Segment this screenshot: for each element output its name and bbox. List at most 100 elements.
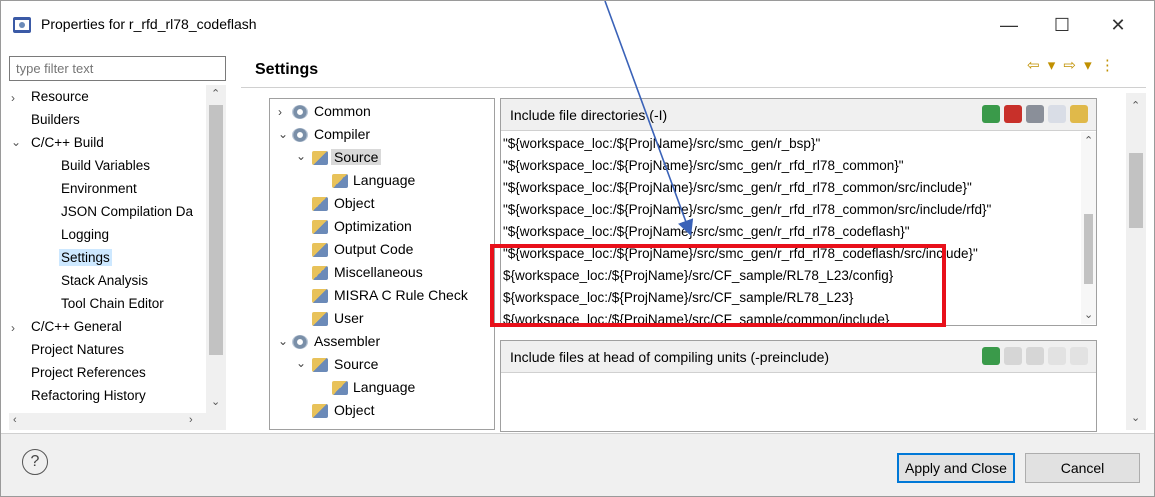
edit-icon[interactable]	[1026, 347, 1044, 365]
apply-and-close-button[interactable]: Apply and Close	[897, 453, 1015, 483]
nav-item-project-natures[interactable]: Project Natures	[31, 342, 124, 357]
window-title: Properties for r_rfd_rl78_codeflash	[41, 16, 257, 32]
list-item[interactable]: "${workspace_loc:/${ProjName}/src/smc_ge…	[503, 136, 820, 151]
chevron-down-icon[interactable]: ⌄	[278, 127, 288, 141]
nav-item-project-references[interactable]: Project References	[31, 365, 146, 380]
nav-item-settings[interactable]: Settings	[59, 249, 112, 266]
move-up-icon[interactable]	[1048, 105, 1066, 123]
option-folder-icon	[312, 220, 328, 234]
annotation-highlight-box	[490, 244, 946, 327]
divider	[241, 87, 1146, 88]
minimize-button[interactable]: —	[986, 7, 1032, 43]
preinclude-panel: Include files at head of compiling units…	[500, 340, 1097, 432]
history-nav-arrows-icon[interactable]: ⇦ ▾ ⇨ ▾ ⋮	[1027, 56, 1117, 74]
tool-gear-icon	[292, 105, 308, 119]
close-button[interactable]: ✕	[1095, 7, 1141, 43]
chevron-right-icon[interactable]: ›	[278, 105, 282, 119]
option-folder-icon	[312, 358, 328, 372]
include-list-scrollbar[interactable]: ⌃ ⌄	[1081, 132, 1096, 324]
tree-item-compiler[interactable]: Compiler	[314, 126, 370, 142]
scroll-down-icon[interactable]: ⌄	[1084, 308, 1093, 321]
chevron-down-icon[interactable]: ⌄	[296, 149, 306, 163]
cancel-button[interactable]: Cancel	[1025, 453, 1140, 483]
include-toolbar	[982, 105, 1088, 123]
add-icon[interactable]	[982, 105, 1000, 123]
nav-item-cpp-build[interactable]: C/C++ Build	[31, 135, 104, 150]
nav-item-refactoring-history[interactable]: Refactoring History	[31, 388, 146, 403]
option-folder-icon	[312, 197, 328, 211]
app-icon	[13, 17, 31, 33]
chevron-down-icon[interactable]: ⌄	[278, 334, 288, 348]
nav-vertical-scrollbar[interactable]: ⌃ ⌄	[206, 85, 226, 430]
scrollbar-thumb[interactable]	[209, 105, 223, 355]
list-item[interactable]: "${workspace_loc:/${ProjName}/src/smc_ge…	[503, 180, 972, 195]
delete-icon[interactable]	[1004, 105, 1022, 123]
tree-item-miscellaneous[interactable]: Miscellaneous	[334, 264, 423, 280]
scrollbar-thumb[interactable]	[1084, 214, 1093, 284]
tree-item-compiler-object[interactable]: Object	[334, 195, 374, 211]
scroll-up-icon[interactable]: ⌃	[1131, 99, 1140, 112]
chevron-right-icon[interactable]: ›	[11, 321, 15, 335]
nav-item-tool-chain-editor[interactable]: Tool Chain Editor	[61, 296, 164, 311]
tree-item-output-code[interactable]: Output Code	[334, 241, 413, 257]
scroll-down-icon[interactable]: ⌄	[211, 395, 220, 408]
nav-item-environment[interactable]: Environment	[61, 181, 137, 196]
move-up-icon[interactable]	[1048, 347, 1066, 365]
filter-input[interactable]	[10, 57, 225, 80]
scroll-up-icon[interactable]: ⌃	[1084, 134, 1093, 147]
properties-dialog: Properties for r_rfd_rl78_codeflash — ☐ …	[0, 0, 1155, 497]
nav-item-resource[interactable]: Resource	[31, 89, 89, 104]
help-icon[interactable]: ?	[22, 449, 48, 475]
tree-item-user[interactable]: User	[334, 310, 364, 326]
chevron-down-icon[interactable]: ⌄	[296, 356, 306, 370]
tree-item-compiler-language[interactable]: Language	[353, 172, 415, 188]
tree-item-assembler[interactable]: Assembler	[314, 333, 380, 349]
list-item[interactable]: "${workspace_loc:/${ProjName}/src/smc_ge…	[503, 158, 904, 173]
option-folder-icon	[312, 151, 328, 165]
scroll-down-icon[interactable]: ⌄	[1131, 411, 1140, 424]
delete-icon[interactable]	[1004, 347, 1022, 365]
move-down-icon[interactable]	[1070, 105, 1088, 123]
tree-item-optimization[interactable]: Optimization	[334, 218, 412, 234]
list-item[interactable]: "${workspace_loc:/${ProjName}/src/smc_ge…	[503, 224, 910, 239]
tree-item-misra-c[interactable]: MISRA C Rule Check	[334, 287, 468, 303]
tree-item-compiler-source[interactable]: Source	[331, 149, 382, 165]
option-folder-icon	[312, 404, 328, 418]
chevron-down-icon[interactable]: ⌄	[11, 135, 21, 149]
add-icon[interactable]	[982, 347, 1000, 365]
scroll-left-icon[interactable]: ‹	[13, 414, 17, 426]
settings-vertical-scrollbar[interactable]: ⌃ ⌄	[1126, 93, 1146, 430]
dialog-button-bar: ? Apply and Close Cancel	[1, 434, 1154, 496]
tool-gear-icon	[292, 128, 308, 142]
page-title: Settings	[255, 61, 319, 78]
nav-item-build-variables[interactable]: Build Variables	[61, 158, 150, 173]
nav-horizontal-scrollbar[interactable]: ‹ ›	[9, 413, 206, 430]
nav-item-logging[interactable]: Logging	[61, 227, 109, 242]
preinclude-header: Include files at head of compiling units…	[501, 341, 1096, 373]
list-item[interactable]: "${workspace_loc:/${ProjName}/src/smc_ge…	[503, 202, 991, 217]
maximize-button[interactable]: ☐	[1039, 7, 1085, 43]
scrollbar-thumb[interactable]	[1129, 153, 1143, 228]
option-folder-icon	[312, 289, 328, 303]
edit-icon[interactable]	[1026, 105, 1044, 123]
tree-item-assembler-language[interactable]: Language	[353, 379, 415, 395]
tree-item-assembler-object[interactable]: Object	[334, 402, 374, 418]
nav-item-cpp-general[interactable]: C/C++ General	[31, 319, 122, 334]
property-nav-tree: › Resource Builders ⌄ C/C++ Build Build …	[9, 85, 226, 430]
option-folder-icon	[312, 243, 328, 257]
tool-gear-icon	[292, 335, 308, 349]
preinclude-toolbar	[982, 347, 1088, 365]
tree-item-assembler-source[interactable]: Source	[334, 356, 378, 372]
nav-item-builders[interactable]: Builders	[31, 112, 80, 127]
scroll-up-icon[interactable]: ⌃	[211, 87, 220, 100]
option-folder-icon	[332, 381, 348, 395]
scroll-right-icon[interactable]: ›	[189, 414, 193, 426]
filter-field[interactable]	[9, 56, 226, 81]
tree-item-common[interactable]: Common	[314, 103, 371, 119]
nav-item-stack-analysis[interactable]: Stack Analysis	[61, 273, 148, 288]
move-down-icon[interactable]	[1070, 347, 1088, 365]
option-folder-icon	[332, 174, 348, 188]
nav-item-json-compilation[interactable]: JSON Compilation Da	[61, 204, 193, 219]
chevron-right-icon[interactable]: ›	[11, 91, 15, 105]
tool-settings-tree: › Common ⌄ Compiler ⌄ Source Language Ob…	[269, 98, 495, 430]
